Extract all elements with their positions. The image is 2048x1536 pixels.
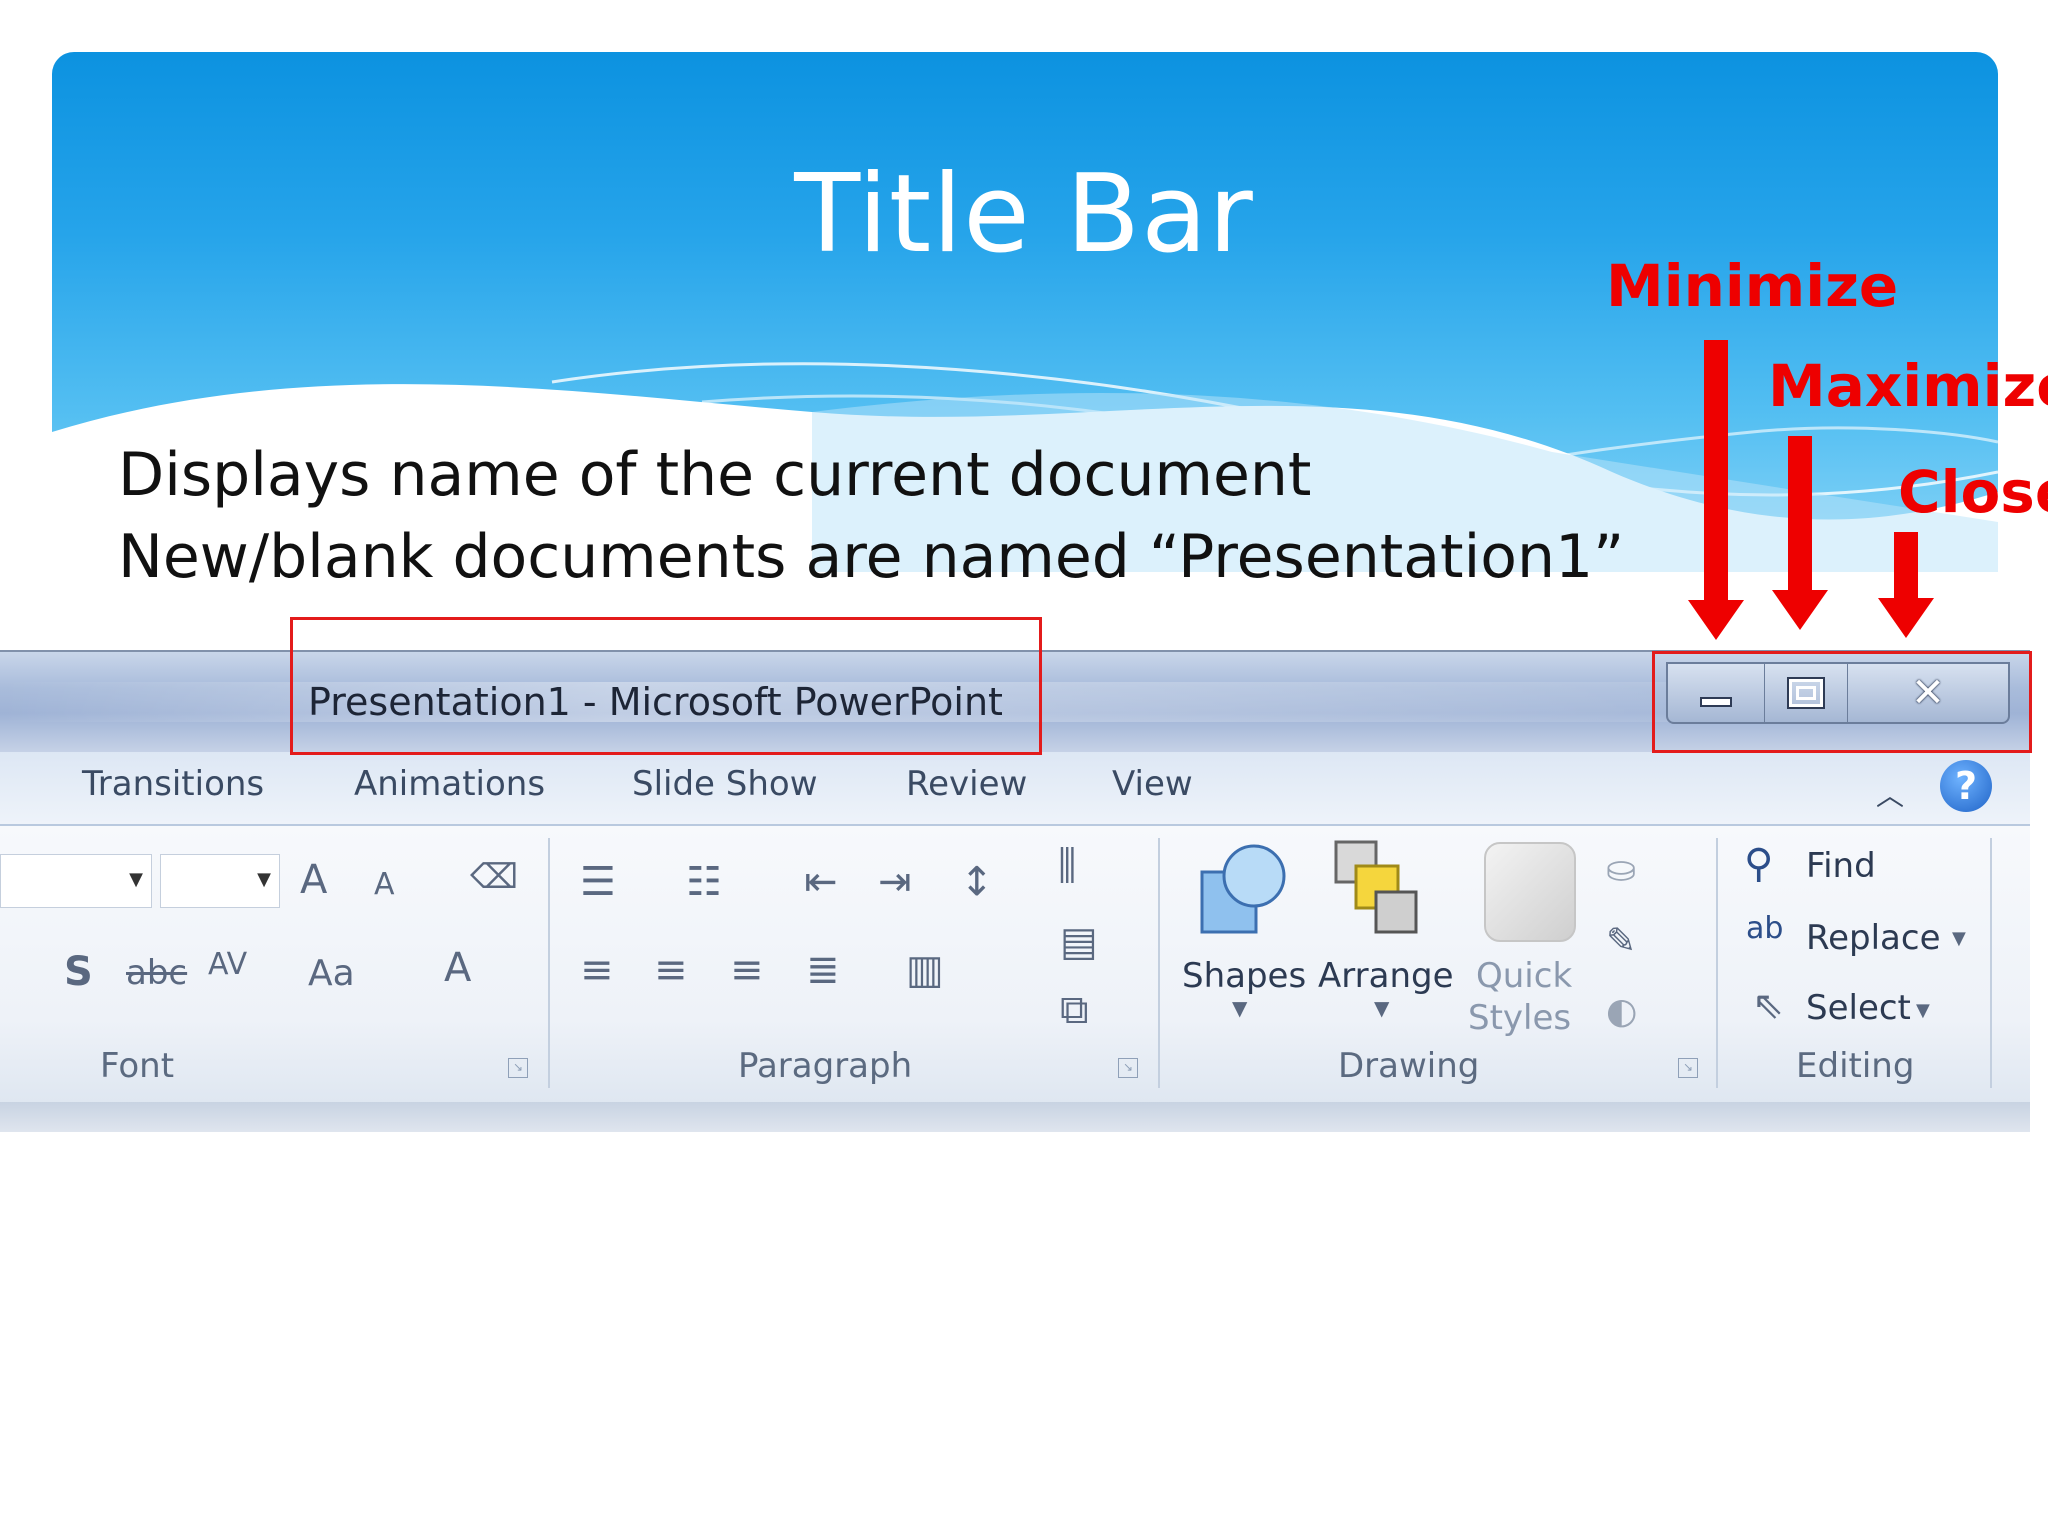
shape-effects-icon[interactable]: ◐ — [1606, 994, 1637, 1030]
columns-icon[interactable]: ▥ — [906, 950, 944, 990]
minimize-button[interactable] — [1668, 664, 1765, 722]
decrease-indent-icon[interactable]: ⇤ — [804, 862, 838, 902]
group-label-paragraph: Paragraph — [738, 1046, 913, 1086]
slide: Title Bar Displays name of the current d… — [0, 0, 2048, 1536]
group-label-drawing: Drawing — [1338, 1046, 1480, 1086]
group-label-editing: Editing — [1796, 1046, 1915, 1086]
close-icon: ✕ — [1911, 670, 1945, 716]
paragraph-dialog-launcher-icon[interactable]: ↘ — [1118, 1058, 1138, 1078]
align-text-icon[interactable]: ▤ — [1060, 922, 1098, 962]
text-direction-icon[interactable]: ⫼ — [1058, 846, 1076, 886]
maximize-button[interactable] — [1765, 664, 1848, 722]
arrange-button[interactable]: Arrange — [1318, 956, 1454, 996]
numbering-icon[interactable]: ☷ — [686, 862, 722, 902]
font-color-icon[interactable]: A — [444, 948, 471, 988]
window-title: Presentation1 - Microsoft PowerPoint — [308, 680, 1003, 724]
help-icon[interactable]: ? — [1940, 760, 1992, 812]
chevron-down-icon: ▼ — [1916, 1000, 1930, 1021]
tab-review[interactable]: Review — [906, 764, 1027, 804]
shapes-icon[interactable] — [1194, 842, 1290, 946]
center-icon[interactable]: ≡ — [654, 950, 688, 990]
character-spacing-icon[interactable]: AV — [208, 950, 247, 980]
cursor-icon: ⇖ — [1752, 983, 1784, 1027]
select-button[interactable]: Select — [1806, 988, 1911, 1028]
collapse-ribbon-icon[interactable]: ︿ — [1876, 774, 1904, 814]
replace-icon: ab — [1746, 911, 1784, 946]
bullets-icon[interactable]: ☰ — [580, 862, 616, 902]
body-line-2: New/blank documents are named “Presentat… — [118, 522, 1625, 592]
tab-animations[interactable]: Animations — [354, 764, 545, 804]
tab-transitions[interactable]: Transitions — [82, 764, 264, 804]
arrange-icon[interactable] — [1334, 840, 1422, 940]
font-name-combo[interactable]: ▼ — [0, 854, 152, 908]
body-line-1: Displays name of the current document — [118, 440, 1312, 510]
find-button[interactable]: Find — [1806, 846, 1876, 886]
replace-button[interactable]: Replace — [1806, 918, 1941, 958]
group-separator — [1716, 838, 1718, 1088]
label-close: Close — [1898, 458, 2048, 526]
minimize-icon — [1700, 697, 1732, 707]
maximize-icon — [1787, 677, 1825, 709]
grow-font-icon[interactable]: A — [300, 860, 327, 900]
close-button[interactable]: ✕ — [1848, 664, 2008, 722]
shape-outline-icon[interactable]: ✎ — [1606, 924, 1636, 960]
quick-styles-icon[interactable] — [1484, 842, 1576, 942]
ribbon: ▼ ▼ A A ⌫ S abc AV Aa A Font ↘ ☰ ☷ ⇤ ⇥ ↕… — [0, 826, 2030, 1102]
justify-icon[interactable]: ≣ — [806, 950, 840, 990]
binoculars-icon: ⚲ — [1744, 841, 1774, 887]
align-right-icon[interactable]: ≡ — [730, 950, 764, 990]
shrink-font-icon[interactable]: A — [374, 870, 395, 900]
chevron-down-icon: ▼ — [1952, 928, 1966, 949]
quick-styles-button-line-2[interactable]: Styles — [1468, 998, 1571, 1038]
chevron-down-icon: ▼ — [1374, 996, 1390, 1020]
ribbon-tabs: Transitions Animations Slide Show Review… — [0, 752, 2030, 826]
increase-indent-icon[interactable]: ⇥ — [878, 862, 912, 902]
ribbon-bottom-border — [0, 1102, 2030, 1132]
font-dialog-launcher-icon[interactable]: ↘ — [508, 1058, 528, 1078]
tab-slide-show[interactable]: Slide Show — [632, 764, 818, 804]
window-controls: ✕ — [1666, 662, 2010, 724]
group-separator — [548, 838, 550, 1088]
drawing-dialog-launcher-icon[interactable]: ↘ — [1678, 1058, 1698, 1078]
line-spacing-icon[interactable]: ↕ — [960, 862, 994, 902]
shape-fill-icon[interactable]: ⛀ — [1606, 852, 1636, 888]
strikethrough-icon[interactable]: abc — [126, 956, 187, 990]
group-separator — [1990, 838, 1992, 1088]
tab-view[interactable]: View — [1112, 764, 1193, 804]
align-left-icon[interactable]: ≡ — [580, 950, 614, 990]
group-separator — [1158, 838, 1160, 1088]
chevron-down-icon: ▼ — [1232, 996, 1248, 1020]
shapes-button[interactable]: Shapes — [1182, 956, 1306, 996]
label-minimize: Minimize — [1606, 252, 1899, 320]
group-label-font: Font — [100, 1046, 175, 1086]
clear-formatting-icon[interactable]: ⌫ — [470, 860, 518, 894]
smartart-icon[interactable]: ⧉ — [1060, 990, 1089, 1030]
change-case-icon[interactable]: Aa — [308, 956, 355, 992]
font-size-combo[interactable]: ▼ — [160, 854, 280, 908]
quick-styles-button-line-1[interactable]: Quick — [1476, 956, 1572, 996]
shadow-icon[interactable]: S — [64, 952, 93, 992]
label-maximize: Maximize — [1768, 352, 2048, 420]
